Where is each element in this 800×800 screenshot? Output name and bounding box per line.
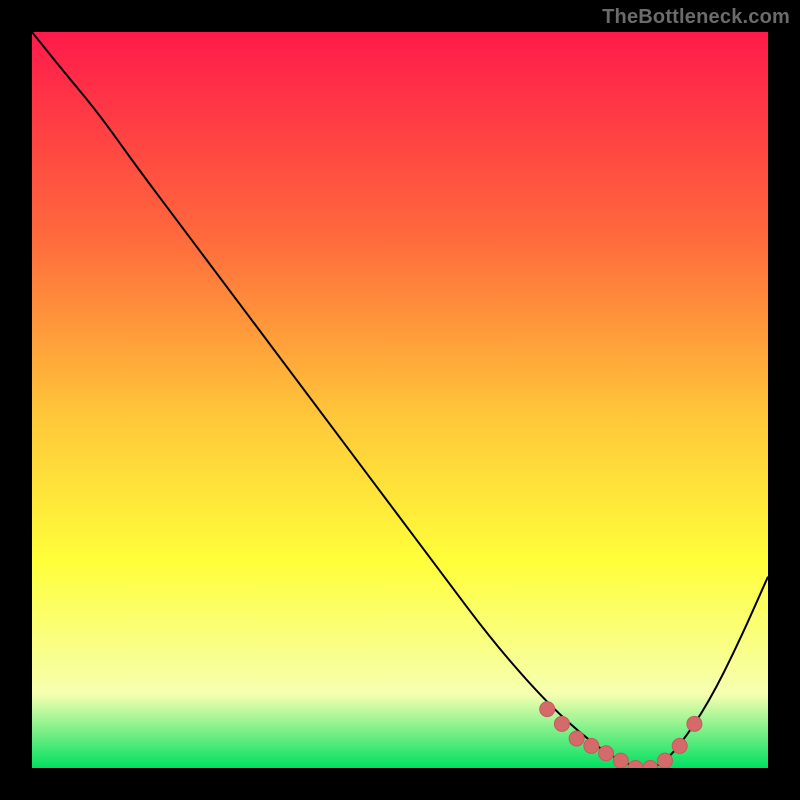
highlight-marker (599, 746, 614, 761)
highlight-marker (613, 753, 628, 768)
highlight-marker (569, 731, 584, 746)
highlight-marker (540, 702, 555, 717)
highlight-marker (584, 738, 599, 753)
highlight-marker (672, 738, 687, 753)
highlight-marker (657, 753, 672, 768)
gradient-background (32, 32, 768, 768)
chart-stage: TheBottleneck.com (0, 0, 800, 800)
bottleneck-plot (32, 32, 768, 768)
highlight-marker (554, 716, 569, 731)
watermark-label: TheBottleneck.com (602, 6, 790, 29)
highlight-marker (687, 716, 702, 731)
